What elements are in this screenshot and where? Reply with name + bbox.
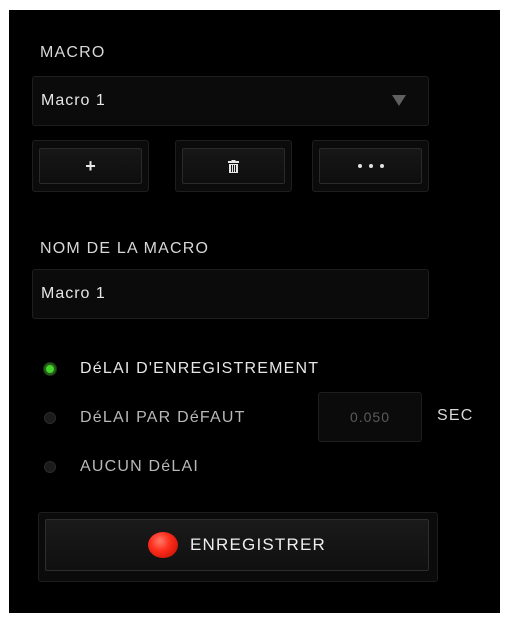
macro-name-title: NOM DE LA MACRO bbox=[40, 240, 210, 257]
delay-unit-label: SEC bbox=[437, 407, 474, 424]
record-dot-icon bbox=[148, 532, 178, 558]
radio-no-delay[interactable] bbox=[44, 461, 56, 473]
default-delay-value: 0.050 bbox=[349, 409, 391, 425]
trash-icon bbox=[228, 159, 239, 173]
delay-option-record[interactable]: DéLAI D'ENREGISTREMENT bbox=[44, 360, 319, 378]
macro-select-dropdown[interactable]: Macro 1 bbox=[32, 76, 429, 126]
macro-section-title: MACRO bbox=[40, 44, 106, 61]
chevron-down-icon bbox=[392, 95, 406, 106]
macro-name-value: Macro 1 bbox=[41, 285, 106, 302]
delete-macro-button[interactable] bbox=[182, 148, 285, 184]
macro-name-input[interactable]: Macro 1 bbox=[32, 269, 429, 319]
delay-option-record-label: DéLAI D'ENREGISTREMENT bbox=[80, 360, 320, 377]
more-options-button[interactable] bbox=[319, 148, 422, 184]
record-button[interactable]: ENREGISTRER bbox=[45, 519, 429, 571]
record-button-frame: ENREGISTRER bbox=[38, 512, 438, 582]
delete-macro-button-frame bbox=[175, 140, 292, 192]
add-macro-button[interactable]: + bbox=[39, 148, 142, 184]
delay-option-default-label: DéLAI PAR DéFAUT bbox=[80, 409, 246, 426]
delay-option-none-label: AUCUN DéLAI bbox=[80, 458, 200, 475]
delay-option-none[interactable]: AUCUN DéLAI bbox=[44, 458, 199, 476]
macro-select-value: Macro 1 bbox=[41, 92, 106, 109]
default-delay-input[interactable]: 0.050 bbox=[318, 392, 422, 442]
radio-default-delay[interactable] bbox=[44, 412, 56, 424]
add-macro-button-frame: + bbox=[32, 140, 149, 192]
more-options-button-frame bbox=[312, 140, 429, 192]
more-dots-icon bbox=[357, 164, 384, 168]
record-button-label: ENREGISTRER bbox=[190, 535, 326, 554]
delay-option-default[interactable]: DéLAI PAR DéFAUT bbox=[44, 409, 246, 427]
plus-icon: + bbox=[85, 156, 96, 176]
radio-record-delay[interactable] bbox=[44, 363, 56, 375]
